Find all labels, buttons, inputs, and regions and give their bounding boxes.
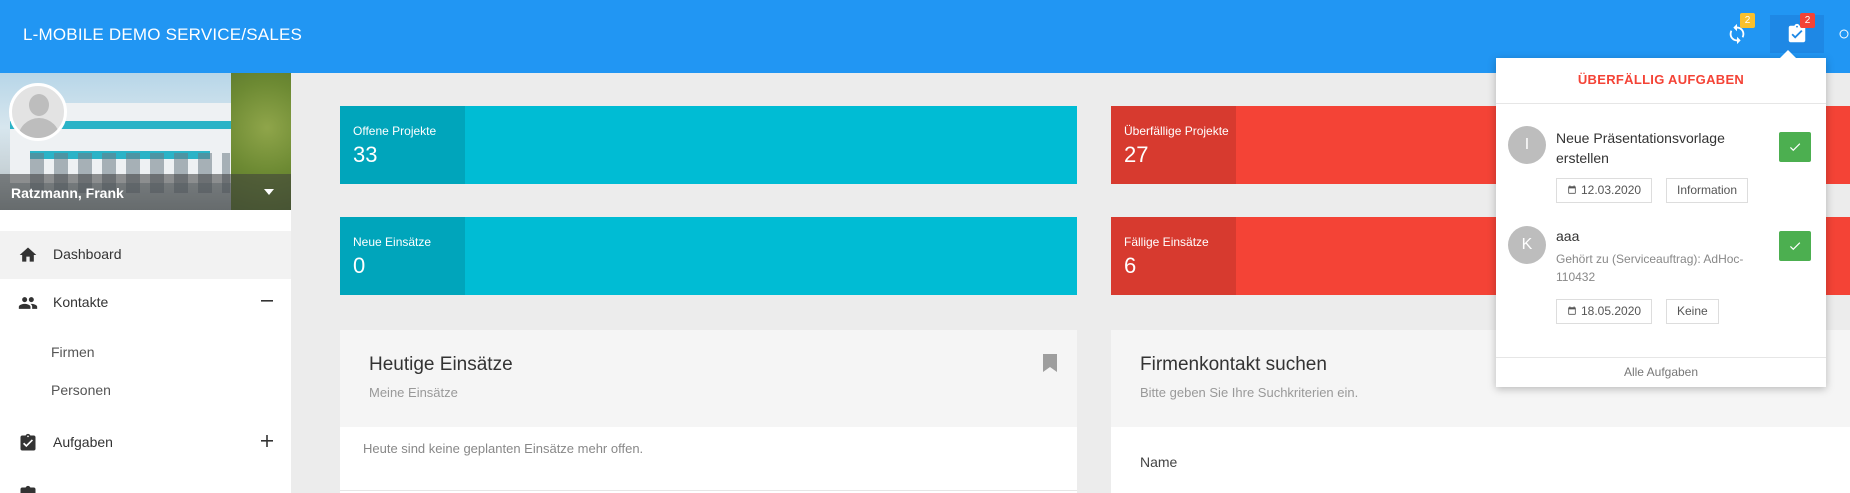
task-date-chip: 18.05.2020 bbox=[1556, 299, 1653, 324]
task-date-chip: 12.03.2020 bbox=[1556, 178, 1653, 203]
partial-icon bbox=[1839, 29, 1849, 39]
tile-open-projects[interactable]: Offene Projekte 33 bbox=[340, 106, 1077, 184]
dropdown-caret bbox=[1780, 50, 1796, 58]
tile-value: 27 bbox=[1124, 142, 1149, 167]
overdue-tasks-dropdown: ÜBERFÄLLIG AUFGABEN I Neue Präsentations… bbox=[1496, 50, 1826, 387]
card-title: Firmenkontakt suchen bbox=[1140, 354, 1327, 375]
tile-value: 0 bbox=[353, 253, 366, 278]
sidebar-item-kontakte[interactable]: Kontakte bbox=[0, 279, 291, 327]
complete-task-button[interactable] bbox=[1779, 231, 1811, 261]
sidebar-item-firmen[interactable]: Firmen bbox=[0, 333, 291, 369]
name-field-label: Name bbox=[1140, 454, 1178, 470]
plus-icon[interactable] bbox=[259, 433, 275, 449]
sidebar-item-next[interactable] bbox=[0, 471, 291, 493]
more-button[interactable] bbox=[1838, 15, 1850, 53]
sidebar-item-aufgaben[interactable]: Aufgaben bbox=[0, 419, 291, 467]
tile-label: Offene Projekte bbox=[353, 124, 437, 138]
dropdown-title: ÜBERFÄLLIG AUFGABEN bbox=[1577, 72, 1745, 87]
card-subtitle: Bitte geben Sie Ihre Suchkriterien ein. bbox=[1140, 385, 1359, 400]
contacts-icon bbox=[18, 297, 38, 309]
clipboard-icon bbox=[20, 485, 36, 493]
sidebar-item-label: Dashboard bbox=[53, 246, 122, 262]
home-icon bbox=[19, 247, 37, 262]
profile-header[interactable]: Ratzmann, Frank bbox=[0, 73, 291, 210]
card-subtitle: Meine Einsätze bbox=[369, 385, 458, 400]
task-title[interactable]: Neue Präsentationsvorlage erstellen bbox=[1556, 128, 1756, 168]
sidebar-item-label: Personen bbox=[51, 382, 111, 398]
overdue-tasks-button[interactable]: 2 bbox=[1770, 13, 1824, 53]
check-icon bbox=[1789, 242, 1801, 251]
task-category-chip: Keine bbox=[1666, 299, 1719, 324]
sidebar-item-label: Kontakte bbox=[53, 294, 109, 310]
profile-bar: Ratzmann, Frank bbox=[0, 174, 291, 210]
avatar[interactable] bbox=[9, 83, 67, 141]
tile-label: Fällige Einsätze bbox=[1124, 235, 1209, 249]
task-date: 18.05.2020 bbox=[1581, 304, 1642, 318]
tile-label: Neue Einsätze bbox=[353, 235, 432, 249]
card-header: Heutige Einsätze Meine Einsätze bbox=[340, 330, 1077, 427]
calendar-icon bbox=[1568, 306, 1576, 315]
task-category: Information bbox=[1677, 183, 1738, 197]
bookmark-icon[interactable] bbox=[1043, 354, 1057, 372]
sidebar-item-dashboard[interactable]: Dashboard bbox=[0, 231, 291, 279]
sidebar-item-label: Firmen bbox=[51, 344, 95, 360]
tile-label: Überfällige Projekte bbox=[1124, 124, 1229, 138]
task-title[interactable]: aaa bbox=[1556, 226, 1756, 246]
card-today-dispatches: Heutige Einsätze Meine Einsätze Heute si… bbox=[340, 330, 1077, 493]
task-category-chip: Information bbox=[1666, 178, 1749, 203]
check-icon bbox=[1789, 143, 1801, 152]
card-title: Heutige Einsätze bbox=[369, 354, 513, 375]
divider bbox=[1496, 103, 1826, 104]
calendar-icon bbox=[1568, 185, 1576, 194]
all-tasks-link[interactable]: Alle Aufgaben bbox=[1496, 358, 1826, 387]
caret-down-icon[interactable] bbox=[264, 189, 274, 195]
empty-state-text: Heute sind keine geplanten Einsätze mehr… bbox=[363, 441, 644, 456]
sync-badge: 2 bbox=[1740, 13, 1755, 28]
task-description: Gehört zu (Serviceauftrag): AdHoc-110432 bbox=[1556, 252, 1744, 284]
tile-value: 33 bbox=[353, 142, 378, 167]
sync-button[interactable]: 2 bbox=[1710, 13, 1764, 53]
task-avatar: K bbox=[1508, 226, 1546, 264]
divider bbox=[340, 490, 1077, 491]
tasks-badge: 2 bbox=[1800, 13, 1815, 28]
task-avatar: I bbox=[1508, 126, 1546, 164]
app-title[interactable]: L-MOBILE DEMO SERVICE/SALES bbox=[23, 25, 302, 45]
minus-icon[interactable] bbox=[259, 293, 275, 309]
profile-name[interactable]: Ratzmann, Frank bbox=[11, 185, 124, 201]
sidebar-item-label: Aufgaben bbox=[53, 434, 113, 450]
task-date: 12.03.2020 bbox=[1581, 183, 1642, 197]
complete-task-button[interactable] bbox=[1779, 132, 1811, 162]
sidebar: Ratzmann, Frank Dashboard Kontakte Firme… bbox=[0, 73, 291, 493]
clipboard-check-icon bbox=[20, 433, 36, 451]
tile-new-dispatches[interactable]: Neue Einsätze 0 bbox=[340, 217, 1077, 295]
tile-value: 6 bbox=[1124, 253, 1137, 278]
sidebar-item-personen[interactable]: Personen bbox=[0, 371, 291, 407]
task-category: Keine bbox=[1677, 304, 1708, 318]
